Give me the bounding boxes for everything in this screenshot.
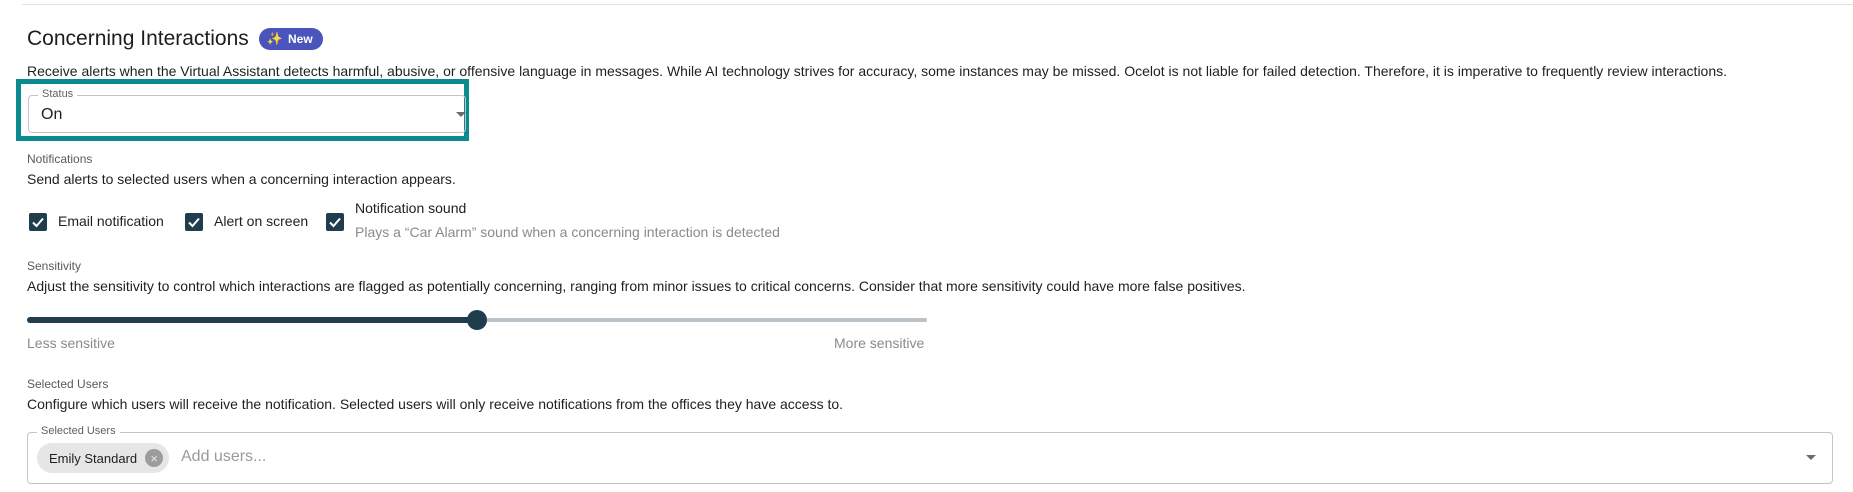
notification-sound-label[interactable]: Notification sound	[355, 200, 466, 216]
user-chip: Emily Standard ×	[37, 443, 170, 473]
status-select[interactable]: Status On	[28, 88, 466, 133]
notification-sound-checkbox[interactable]	[326, 213, 344, 231]
more-sensitive-label: More sensitive	[834, 335, 925, 351]
check-icon	[188, 217, 200, 228]
new-badge: ✨ New	[258, 28, 323, 50]
alert-on-screen-label[interactable]: Alert on screen	[214, 213, 308, 229]
top-divider	[22, 4, 1853, 5]
notifications-description: Send alerts to selected users when a con…	[27, 171, 456, 187]
chevron-down-icon[interactable]	[1806, 455, 1816, 460]
alert-on-screen-checkbox[interactable]	[185, 213, 203, 231]
add-users-input[interactable]: Add users...	[181, 448, 266, 466]
selected-users-select[interactable]: Selected Users Emily Standard × Add user…	[27, 425, 1833, 484]
sensitivity-slider-thumb[interactable]	[467, 310, 487, 330]
selected-users-description: Configure which users will receive the n…	[27, 396, 844, 412]
sensitivity-description: Adjust the sensitivity to control which …	[27, 278, 1246, 294]
status-label: Status	[38, 88, 78, 100]
less-sensitive-label: Less sensitive	[27, 335, 115, 351]
sensitivity-heading: Sensitivity	[27, 259, 82, 273]
check-icon	[32, 217, 44, 228]
notification-sound-sublabel: Plays a “Car Alarm” sound when a concern…	[355, 224, 780, 240]
email-notification-checkbox[interactable]	[29, 213, 47, 231]
new-badge-label: New	[287, 32, 313, 46]
status-value: On	[41, 106, 63, 123]
sparkle-icon: ✨	[266, 31, 283, 46]
concerning-interactions-section: Concerning Interactions ✨ New Receive al…	[27, 24, 1827, 80]
selected-users-field-label: Selected Users	[37, 425, 120, 437]
user-chip-label: Emily Standard	[49, 450, 138, 466]
section-title: Concerning Interactions	[27, 27, 249, 50]
remove-chip-icon[interactable]: ×	[145, 449, 164, 467]
chevron-down-icon[interactable]	[456, 112, 466, 117]
email-notification-label[interactable]: Email notification	[58, 213, 164, 229]
selected-users-heading: Selected Users	[27, 377, 109, 391]
title-row: Concerning Interactions ✨ New	[27, 24, 1827, 54]
check-icon	[329, 217, 341, 228]
section-description: Receive alerts when the Virtual Assistan…	[27, 63, 1728, 79]
sensitivity-slider-fill	[27, 317, 477, 323]
notifications-heading: Notifications	[27, 152, 93, 166]
